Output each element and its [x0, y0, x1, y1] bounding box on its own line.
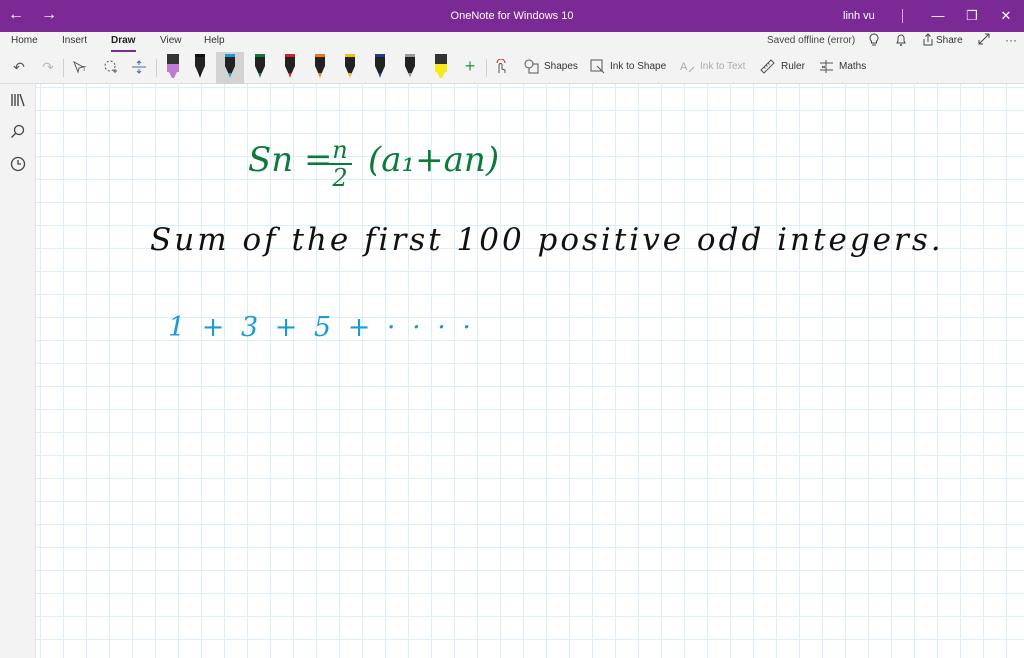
maths-icon[interactable]	[819, 59, 834, 77]
share-icon[interactable]	[922, 33, 934, 50]
svg-text:A: A	[680, 61, 688, 73]
tab-draw[interactable]: Draw	[111, 35, 135, 46]
title-bar: ← → OneNote for Windows 10 linh vu — ❐ ✕	[0, 0, 1024, 32]
more-options-icon[interactable]: ···	[1005, 33, 1017, 47]
lasso-icon[interactable]	[100, 59, 120, 78]
shapes-button[interactable]: Shapes	[544, 61, 578, 72]
ink-formula-numerator: n	[332, 136, 348, 164]
ink-series: 1 + 3 + 5 + · · · ·	[168, 312, 475, 343]
lightbulb-icon[interactable]	[868, 33, 880, 50]
pen-navy-icon[interactable]	[373, 52, 387, 82]
pen-yellow-icon[interactable]	[343, 52, 357, 82]
pen-orange-icon[interactable]	[313, 52, 327, 82]
pen-red-icon[interactable]	[283, 52, 297, 82]
ink-to-text-icon[interactable]: A	[680, 59, 695, 77]
shapes-icon[interactable]	[524, 59, 539, 77]
pen-green-icon[interactable]	[253, 52, 267, 82]
minimize-icon[interactable]: —	[927, 6, 949, 26]
pen-gray-icon[interactable]	[403, 52, 417, 82]
ink-question: Sum of the first 100 positive odd intege…	[150, 222, 944, 258]
ribbon-divider	[486, 59, 487, 77]
ink-to-text-button[interactable]: Ink to Text	[700, 61, 745, 72]
menu-bar: Home Insert Draw View Help Saved offline…	[0, 32, 1024, 52]
add-space-icon[interactable]	[129, 59, 149, 78]
recent-icon[interactable]	[9, 156, 27, 174]
user-name[interactable]: linh vu	[843, 10, 875, 22]
note-canvas[interactable]: Sn = n 2 (a₁+an) Sum of the first 100 po…	[36, 84, 1024, 658]
share-button[interactable]: Share	[936, 35, 963, 46]
ink-to-shape-icon[interactable]	[590, 59, 605, 77]
notebooks-icon[interactable]	[9, 92, 27, 110]
touch-draw-icon[interactable]	[494, 58, 508, 78]
pen-green-shape	[255, 54, 265, 78]
pen-yellow-highlighter-icon[interactable]	[432, 52, 447, 82]
pen-yellow-shape	[345, 54, 355, 78]
pen-blue-icon[interactable]	[223, 52, 237, 82]
ink-formula-denominator: 2	[332, 164, 348, 192]
ribbon-divider	[63, 59, 64, 77]
search-icon[interactable]	[9, 124, 27, 142]
pen-purple-highlighter-icon[interactable]	[164, 52, 179, 82]
maximize-icon[interactable]: ❐	[961, 6, 983, 26]
sync-status[interactable]: Saved offline (error)	[767, 35, 855, 46]
pen-blue-shape	[225, 54, 235, 78]
pen-yellow-highlighter-shape	[435, 54, 447, 78]
tab-help[interactable]: Help	[204, 35, 225, 46]
title-divider	[902, 9, 903, 23]
pen-purple-highlighter-shape	[167, 54, 179, 78]
lasso-select-icon[interactable]: T	[70, 59, 90, 78]
redo-icon[interactable]: ↷	[38, 59, 58, 76]
pen-gray-shape	[405, 54, 415, 78]
undo-icon[interactable]: ↶	[9, 59, 29, 76]
tab-home[interactable]: Home	[11, 35, 38, 46]
add-pen-icon[interactable]: +	[460, 56, 480, 77]
draw-ribbon: ↶ ↷ T + Shapes Ink to Shape A Ink to Tex…	[0, 52, 1024, 84]
svg-text:T: T	[82, 66, 87, 73]
maths-button[interactable]: Maths	[839, 61, 866, 72]
pen-orange-shape	[315, 54, 325, 78]
ribbon-divider	[156, 59, 157, 77]
ink-to-shape-button[interactable]: Ink to Shape	[610, 61, 666, 72]
expand-icon[interactable]	[978, 33, 990, 48]
ruler-button[interactable]: Ruler	[781, 61, 805, 72]
pen-navy-shape	[375, 54, 385, 78]
pen-black-icon[interactable]	[193, 52, 207, 82]
ruler-icon[interactable]	[760, 59, 775, 77]
tab-insert[interactable]: Insert	[62, 35, 87, 46]
ink-formula-left: Sn =	[248, 140, 333, 180]
close-icon[interactable]: ✕	[995, 6, 1017, 26]
tab-view[interactable]: View	[160, 35, 182, 46]
bell-icon[interactable]	[895, 33, 907, 50]
left-navigation-rail	[0, 84, 36, 658]
pen-red-shape	[285, 54, 295, 78]
pen-black-shape	[195, 54, 205, 78]
ink-formula-right: (a₁+an)	[368, 140, 500, 180]
